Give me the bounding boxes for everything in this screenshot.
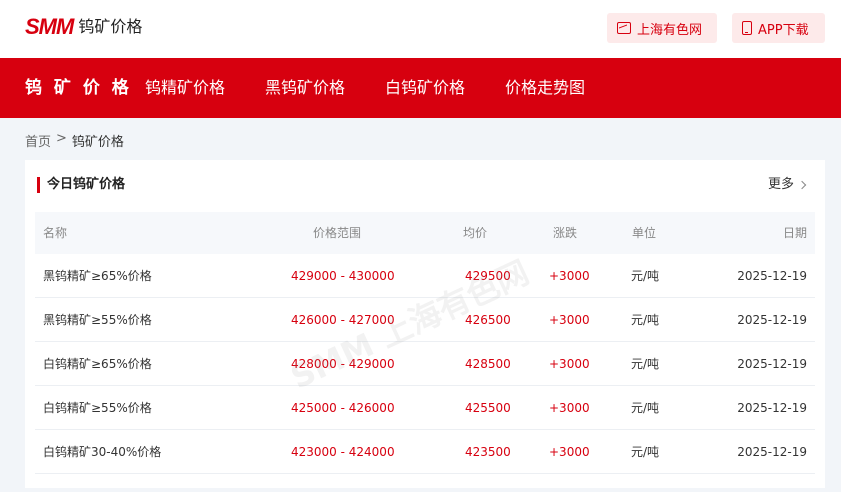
row-unit: 元/吨 xyxy=(631,445,660,459)
row-price-range: 425000 - 426000 xyxy=(291,401,395,415)
row-name[interactable]: 黑钨精矿≥65%价格 xyxy=(43,254,152,298)
row-name[interactable]: 白钨精矿≥55%价格 xyxy=(43,386,152,430)
row-name[interactable]: 白钨精矿≥65%价格 xyxy=(43,342,152,386)
more-label: 更多 xyxy=(767,177,794,192)
row-unit: 元/吨 xyxy=(631,357,660,371)
table-header: 名称 价格范围 均价 涨跌 单位 日期 xyxy=(35,212,815,254)
header-name: 名称 xyxy=(43,226,68,240)
monitor-icon xyxy=(617,22,631,34)
nav-item-price-trend-chart[interactable]: 价格走势图 xyxy=(505,58,585,118)
row-name[interactable]: 白钨精矿30-40%价格 xyxy=(43,430,161,474)
app-download-button[interactable]: APP下载 xyxy=(732,13,825,43)
row-date: 2025-12-19 xyxy=(737,269,807,283)
more-link[interactable]: 更多 xyxy=(767,177,807,193)
main-nav: 钨 矿 价 格 钨精矿价格 黑钨矿价格 白钨矿价格 价格走势图 xyxy=(0,58,841,118)
table-row: 黑钨精矿≥65%价格 429000 - 430000 429500 +3000 … xyxy=(35,254,815,298)
table-row: 白钨精矿≥55%价格 425000 - 426000 425500 +3000 … xyxy=(35,386,815,430)
nav-item-wolframite-price[interactable]: 黑钨矿价格 xyxy=(265,58,345,118)
phone-icon xyxy=(742,21,752,35)
header-price-range: 价格范围 xyxy=(313,226,362,240)
header-unit: 单位 xyxy=(632,226,657,240)
nav-item-tungsten-concentrate-price[interactable]: 钨精矿价格 xyxy=(145,58,225,118)
table-row: 白钨精矿≥65%价格 428000 - 429000 428500 +3000 … xyxy=(35,342,815,386)
row-average: 423500 xyxy=(465,445,511,459)
header-change: 涨跌 xyxy=(553,226,578,240)
row-date: 2025-12-19 xyxy=(737,445,807,459)
row-average: 428500 xyxy=(465,357,511,371)
row-unit: 元/吨 xyxy=(631,269,660,283)
row-name[interactable]: 黑钨精矿≥55%价格 xyxy=(43,298,152,342)
table-row: 白钨精矿30-40%价格 423000 - 424000 423500 +300… xyxy=(35,430,815,474)
row-date: 2025-12-19 xyxy=(737,313,807,327)
row-change: +3000 xyxy=(549,357,590,371)
smm-logo-mark: SMM xyxy=(25,14,74,39)
app-download-label: APP下载 xyxy=(758,22,809,38)
row-unit: 元/吨 xyxy=(631,313,660,327)
nav-item-tungsten-ore-price[interactable]: 钨 矿 价 格 xyxy=(25,58,132,118)
row-average: 426500 xyxy=(465,313,511,327)
header-date: 日期 xyxy=(782,226,807,240)
breadcrumb-home[interactable]: 首页 xyxy=(25,131,51,150)
row-change: +3000 xyxy=(549,401,590,415)
smm-website-label: 上海有色网 xyxy=(637,22,703,38)
breadcrumb: 首页 > 钨矿价格 xyxy=(25,131,124,150)
row-change: +3000 xyxy=(549,269,590,283)
row-price-range: 429000 - 430000 xyxy=(291,269,395,283)
row-average: 425500 xyxy=(465,401,511,415)
logo-page-title: 钨矿价格 xyxy=(78,17,143,36)
nav-item-scheelite-price[interactable]: 白钨矿价格 xyxy=(385,58,465,118)
breadcrumb-separator: > xyxy=(56,131,67,146)
row-date: 2025-12-19 xyxy=(737,401,807,415)
card-title: 今日钨矿价格 xyxy=(37,177,125,193)
row-change: +3000 xyxy=(549,313,590,327)
site-logo[interactable]: SMM 钨矿价格 xyxy=(25,14,143,39)
top-header: SMM 钨矿价格 上海有色网 APP下载 xyxy=(0,0,841,58)
smm-website-button[interactable]: 上海有色网 xyxy=(607,13,717,43)
row-unit: 元/吨 xyxy=(631,401,660,415)
row-price-range: 423000 - 424000 xyxy=(291,445,395,459)
table-row: 黑钨精矿≥55%价格 426000 - 427000 426500 +3000 … xyxy=(35,298,815,342)
row-change: +3000 xyxy=(549,445,590,459)
row-price-range: 428000 - 429000 xyxy=(291,357,395,371)
breadcrumb-current: 钨矿价格 xyxy=(71,135,124,150)
row-date: 2025-12-19 xyxy=(737,357,807,371)
row-average: 429500 xyxy=(465,269,511,283)
header-average: 均价 xyxy=(463,226,488,240)
price-card: 今日钨矿价格 更多 名称 价格范围 均价 涨跌 单位 日期 黑钨精矿≥65%价格… xyxy=(25,160,825,488)
row-price-range: 426000 - 427000 xyxy=(291,313,395,327)
chevron-right-icon xyxy=(797,180,807,190)
